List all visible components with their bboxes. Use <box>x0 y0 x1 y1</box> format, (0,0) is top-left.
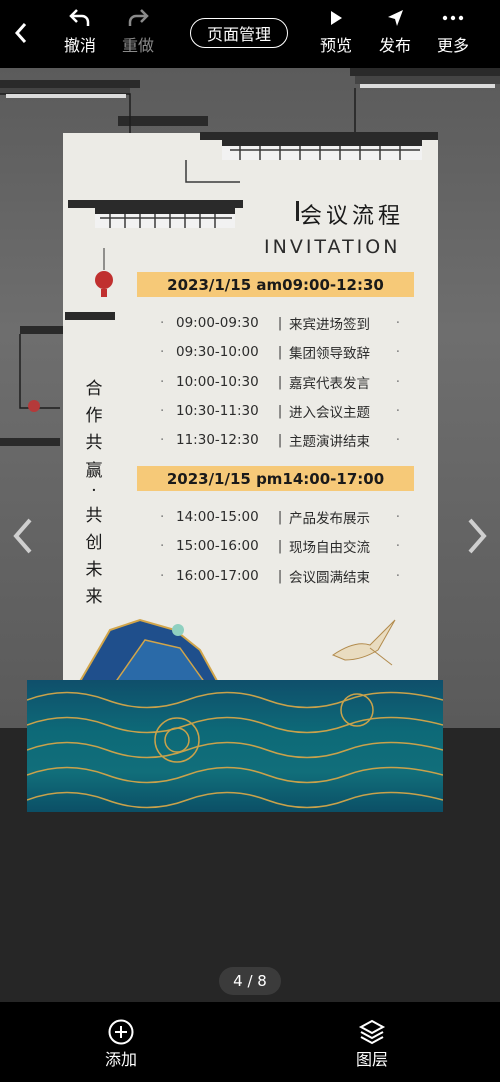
schedule-row[interactable]: · 10:30-11:30 | 进入会议主题 · <box>160 401 400 421</box>
separator: | <box>277 567 283 584</box>
slogan-char: 共 <box>85 506 103 526</box>
session-date-band[interactable]: 2023/1/15 am09:00-12:30 <box>137 272 414 297</box>
layers-button[interactable]: 图层 <box>356 1018 388 1070</box>
schedule-row[interactable]: · 16:00-17:00 | 会议圆满结束 · <box>160 566 400 586</box>
schedule-row[interactable]: · 15:00-16:00 | 现场自由交流 · <box>160 536 400 556</box>
wave-decoration[interactable] <box>27 680 443 812</box>
schedule-item: 进入会议主题 <box>289 404 370 421</box>
plus-circle-icon <box>108 1019 134 1045</box>
bullet-dot: · <box>395 373 400 390</box>
separator: | <box>277 538 283 555</box>
schedule-item: 会议圆满结束 <box>289 569 370 586</box>
card-title[interactable]: 会议流程 <box>300 198 404 230</box>
bullet-dot: · <box>395 567 400 584</box>
bullet-dot: · <box>160 315 165 331</box>
wave-pattern <box>27 691 443 809</box>
add-label: 添加 <box>105 1050 138 1069</box>
bullet-dot: · <box>160 373 165 390</box>
schedule-row[interactable]: · 10:00-10:30 | 嘉宾代表发言 · <box>160 372 400 392</box>
schedule-time: 15:00-16:00 <box>176 538 259 555</box>
bottom-toolbar: 添加 图层 <box>0 1002 500 1082</box>
schedule-row[interactable]: · 11:30-12:30 | 主题演讲结束 · <box>160 430 400 450</box>
bullet-dot: · <box>395 402 400 419</box>
separator: | <box>277 315 283 331</box>
schedule-item: 主题演讲结束 <box>289 434 370 451</box>
schedule-time: 10:00-10:30 <box>176 373 259 390</box>
slogan-char: 合 <box>85 379 103 399</box>
separator: | <box>277 509 283 525</box>
card-subtitle[interactable]: INVITATION <box>264 236 400 258</box>
schedule-row[interactable]: · 09:30-10:00 | 集团领导致辞 · <box>160 342 400 362</box>
bullet-dot: · <box>395 538 400 555</box>
schedule-time: 09:30-10:00 <box>176 344 259 361</box>
schedule-time: 10:30-11:30 <box>176 402 259 419</box>
bullet-dot: · <box>160 567 165 584</box>
schedule-item: 产品发布展示 <box>289 511 370 527</box>
separator: | <box>277 432 283 449</box>
page-indicator: 4 / 8 <box>219 967 281 995</box>
schedule-time: 09:00-09:30 <box>176 315 259 331</box>
chevron-right-icon <box>468 518 487 554</box>
schedule-row[interactable]: · 09:00-09:30 | 来宾进场签到 · <box>160 313 400 333</box>
bullet-dot: · <box>160 509 165 525</box>
bullet-dot: · <box>395 432 400 449</box>
slogan-char: · <box>91 481 97 501</box>
schedule-time: 14:00-15:00 <box>176 509 259 525</box>
prev-page-button[interactable] <box>10 516 36 560</box>
bullet-dot: · <box>160 432 165 449</box>
slogan-char: 创 <box>85 533 103 553</box>
crane-illustration <box>331 619 396 666</box>
schedule-item: 来宾进场签到 <box>289 317 370 333</box>
title-marker <box>296 201 299 221</box>
schedule-item: 嘉宾代表发言 <box>289 375 370 392</box>
slogan-char: 作 <box>85 406 103 426</box>
next-page-button[interactable] <box>464 516 490 560</box>
schedule-item: 现场自由交流 <box>289 540 370 557</box>
separator: | <box>277 344 283 361</box>
bullet-dot: · <box>395 315 400 331</box>
session-date-band[interactable]: 2023/1/15 pm14:00-17:00 <box>137 466 414 491</box>
schedule-time: 11:30-12:30 <box>176 432 259 449</box>
schedule-item: 集团领导致辞 <box>289 346 370 363</box>
bullet-dot: · <box>160 402 165 419</box>
schedule-row[interactable]: · 14:00-15:00 | 产品发布展示 · <box>160 507 400 527</box>
separator: | <box>277 373 283 390</box>
add-button[interactable]: 添加 <box>105 1018 137 1070</box>
bullet-dot: · <box>395 344 400 361</box>
bullet-dot: · <box>160 344 165 361</box>
bullet-dot: · <box>395 509 400 525</box>
schedule-time: 16:00-17:00 <box>176 567 259 584</box>
chevron-left-icon <box>13 518 32 554</box>
separator: | <box>277 402 283 419</box>
slogan-char: 来 <box>85 587 103 607</box>
slogan-char: 未 <box>85 560 103 580</box>
layers-icon <box>358 1019 386 1045</box>
bullet-dot: · <box>160 538 165 555</box>
slogan-char: 共 <box>85 433 103 453</box>
layers-label: 图层 <box>356 1050 389 1069</box>
